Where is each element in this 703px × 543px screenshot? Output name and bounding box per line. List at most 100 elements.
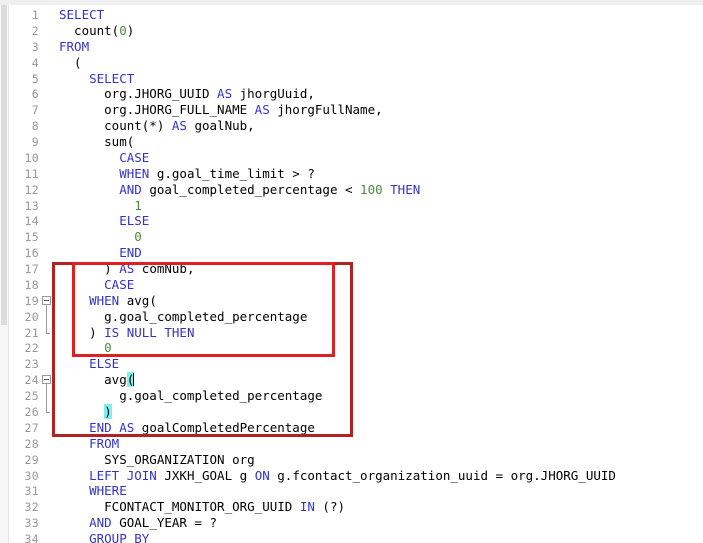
line-number: 28 <box>24 436 39 451</box>
code-line[interactable]: FROM <box>57 436 119 452</box>
sql-keyword: GROUP BY <box>59 531 150 543</box>
code-line[interactable]: ELSE <box>57 213 149 229</box>
code-line[interactable]: ) IS NULL THEN <box>57 325 194 341</box>
line-number: 7 <box>31 103 39 118</box>
code-text: g.fcontact_organization_uuid = org.JHORG… <box>269 467 616 483</box>
code-line[interactable]: 0 <box>57 340 112 356</box>
code-fold-range-line <box>46 304 47 333</box>
code-line[interactable]: CASE <box>57 150 149 166</box>
sql-keyword: AND <box>59 181 142 197</box>
code-text: avg <box>59 372 127 388</box>
code-line[interactable]: ( <box>57 55 82 71</box>
sql-keyword: LEFT JOIN <box>59 467 157 483</box>
code-line[interactable]: ELSE <box>57 356 119 372</box>
code-line[interactable]: WHEN avg( <box>57 293 157 309</box>
line-number: 12 <box>24 182 39 197</box>
code-text: (?) <box>314 499 345 515</box>
editor-vertical-scrollbar[interactable] <box>0 5 9 543</box>
code-line[interactable]: org.JHORG_FULL_NAME AS jhorgFullName, <box>57 102 383 118</box>
code-line[interactable]: g.goal_completed_percentage <box>57 388 322 404</box>
code-line[interactable]: sum( <box>57 134 134 150</box>
code-line[interactable]: 0 <box>57 229 142 245</box>
editor-body: 1 2 3 4 5 6 7 8 9 10 11 12 13 14 15 16 17 18 19 20 21 22 23 24 2… <box>9 5 703 543</box>
code-text-area[interactable]: SELECT count(0) FROM ( SELECT org.JHORG_U… <box>57 5 703 543</box>
sql-number: 1 <box>59 197 142 213</box>
line-number: 26 <box>24 405 39 419</box>
sql-keyword: CASE <box>59 276 135 292</box>
code-text: ) <box>59 261 120 277</box>
code-line[interactable]: count(*) AS goalNub, <box>57 118 255 134</box>
line-number: 11 <box>24 166 39 181</box>
code-line[interactable]: AND goal_completed_percentage < 100 THEN <box>57 182 420 198</box>
code-text: comNub, <box>134 261 195 277</box>
code-line[interactable]: SYS_ORGANIZATION org <box>57 452 255 468</box>
code-line[interactable]: ) AS comNub, <box>57 261 195 277</box>
code-text: ) <box>59 324 105 340</box>
code-line[interactable]: GROUP BY <box>57 531 149 543</box>
line-number: 14 <box>24 214 39 229</box>
code-line[interactable]: count(0) <box>57 23 134 39</box>
code-line[interactable]: 1 <box>57 198 142 214</box>
sql-keyword: IN <box>299 499 315 515</box>
line-number: 21 <box>24 325 39 340</box>
code-text: jhorgFullName, <box>269 102 383 118</box>
code-line[interactable]: FROM <box>57 39 89 55</box>
sql-keyword: IS NULL THEN <box>104 324 195 340</box>
sql-keyword: END <box>59 245 142 261</box>
line-number: 33 <box>24 516 39 531</box>
line-number: 4 <box>31 55 39 70</box>
code-line[interactable]: AND GOAL_YEAR = ? <box>57 515 217 531</box>
sql-keyword: END AS <box>59 419 135 435</box>
line-number: 5 <box>31 71 39 86</box>
code-line[interactable]: FCONTACT_MONITOR_ORG_UUID IN (?) <box>57 499 345 515</box>
code-line[interactable]: SELECT <box>57 71 134 87</box>
sql-keyword: CASE <box>59 149 150 165</box>
sql-keyword: FROM <box>59 38 90 54</box>
line-number: 18 <box>24 277 39 292</box>
line-number: 3 <box>31 39 39 54</box>
code-line[interactable]: org.JHORG_UUID AS jhorgUuid, <box>57 86 315 102</box>
code-text: count( <box>59 22 120 38</box>
code-line[interactable]: CASE <box>57 277 134 293</box>
line-number: 16 <box>24 246 39 261</box>
line-number: 31 <box>24 484 39 499</box>
code-line[interactable]: SELECT <box>57 7 104 23</box>
line-number: 34 <box>24 532 39 543</box>
code-line[interactable]: WHEN g.goal_time_limit > ? <box>57 166 315 182</box>
line-number: 30 <box>24 468 39 483</box>
code-text: g.goal_completed_percentage <box>59 388 323 404</box>
code-text: JXKH_GOAL g <box>156 467 255 483</box>
code-line[interactable]: LEFT JOIN JXKH_GOAL g ON g.fcontact_orga… <box>57 468 616 484</box>
sql-keyword: ELSE <box>59 356 120 372</box>
line-number: 17 <box>24 262 39 277</box>
code-text: jhorgUuid, <box>232 86 315 102</box>
line-number: 10 <box>24 150 39 165</box>
line-number: 6 <box>31 87 39 102</box>
sql-number: 0 <box>59 340 112 356</box>
sql-number: 0 <box>119 22 127 38</box>
code-text: ( <box>59 54 82 70</box>
code-text: org.JHORG_FULL_NAME <box>59 102 255 118</box>
code-text: avg( <box>119 292 157 308</box>
code-line[interactable]: WHERE <box>57 483 127 499</box>
line-number: 22 <box>24 341 39 356</box>
code-line[interactable]: g.goal_completed_percentage <box>57 309 307 325</box>
code-line[interactable]: avg( <box>57 372 135 388</box>
code-fold-collapse-icon[interactable] <box>42 375 51 385</box>
code-line[interactable]: END AS goalCompletedPercentage <box>57 420 315 436</box>
code-text: SYS_ORGANIZATION org <box>59 451 255 467</box>
scrollbar-thumb[interactable] <box>1 5 7 325</box>
sql-keyword: AS <box>217 86 233 102</box>
sql-keyword: SELECT <box>59 7 105 22</box>
code-line[interactable]: END <box>57 245 142 261</box>
sql-keyword: AND <box>59 515 112 531</box>
sql-keyword: AS <box>119 261 135 277</box>
line-number: 9 <box>31 135 39 150</box>
code-line[interactable]: ) <box>57 404 112 420</box>
code-text: ) <box>126 22 135 38</box>
line-number: 13 <box>24 198 39 213</box>
code-fold-collapse-icon[interactable] <box>42 295 51 305</box>
code-text: goalCompletedPercentage <box>134 419 315 435</box>
code-text: goal_completed_percentage < <box>141 181 361 197</box>
